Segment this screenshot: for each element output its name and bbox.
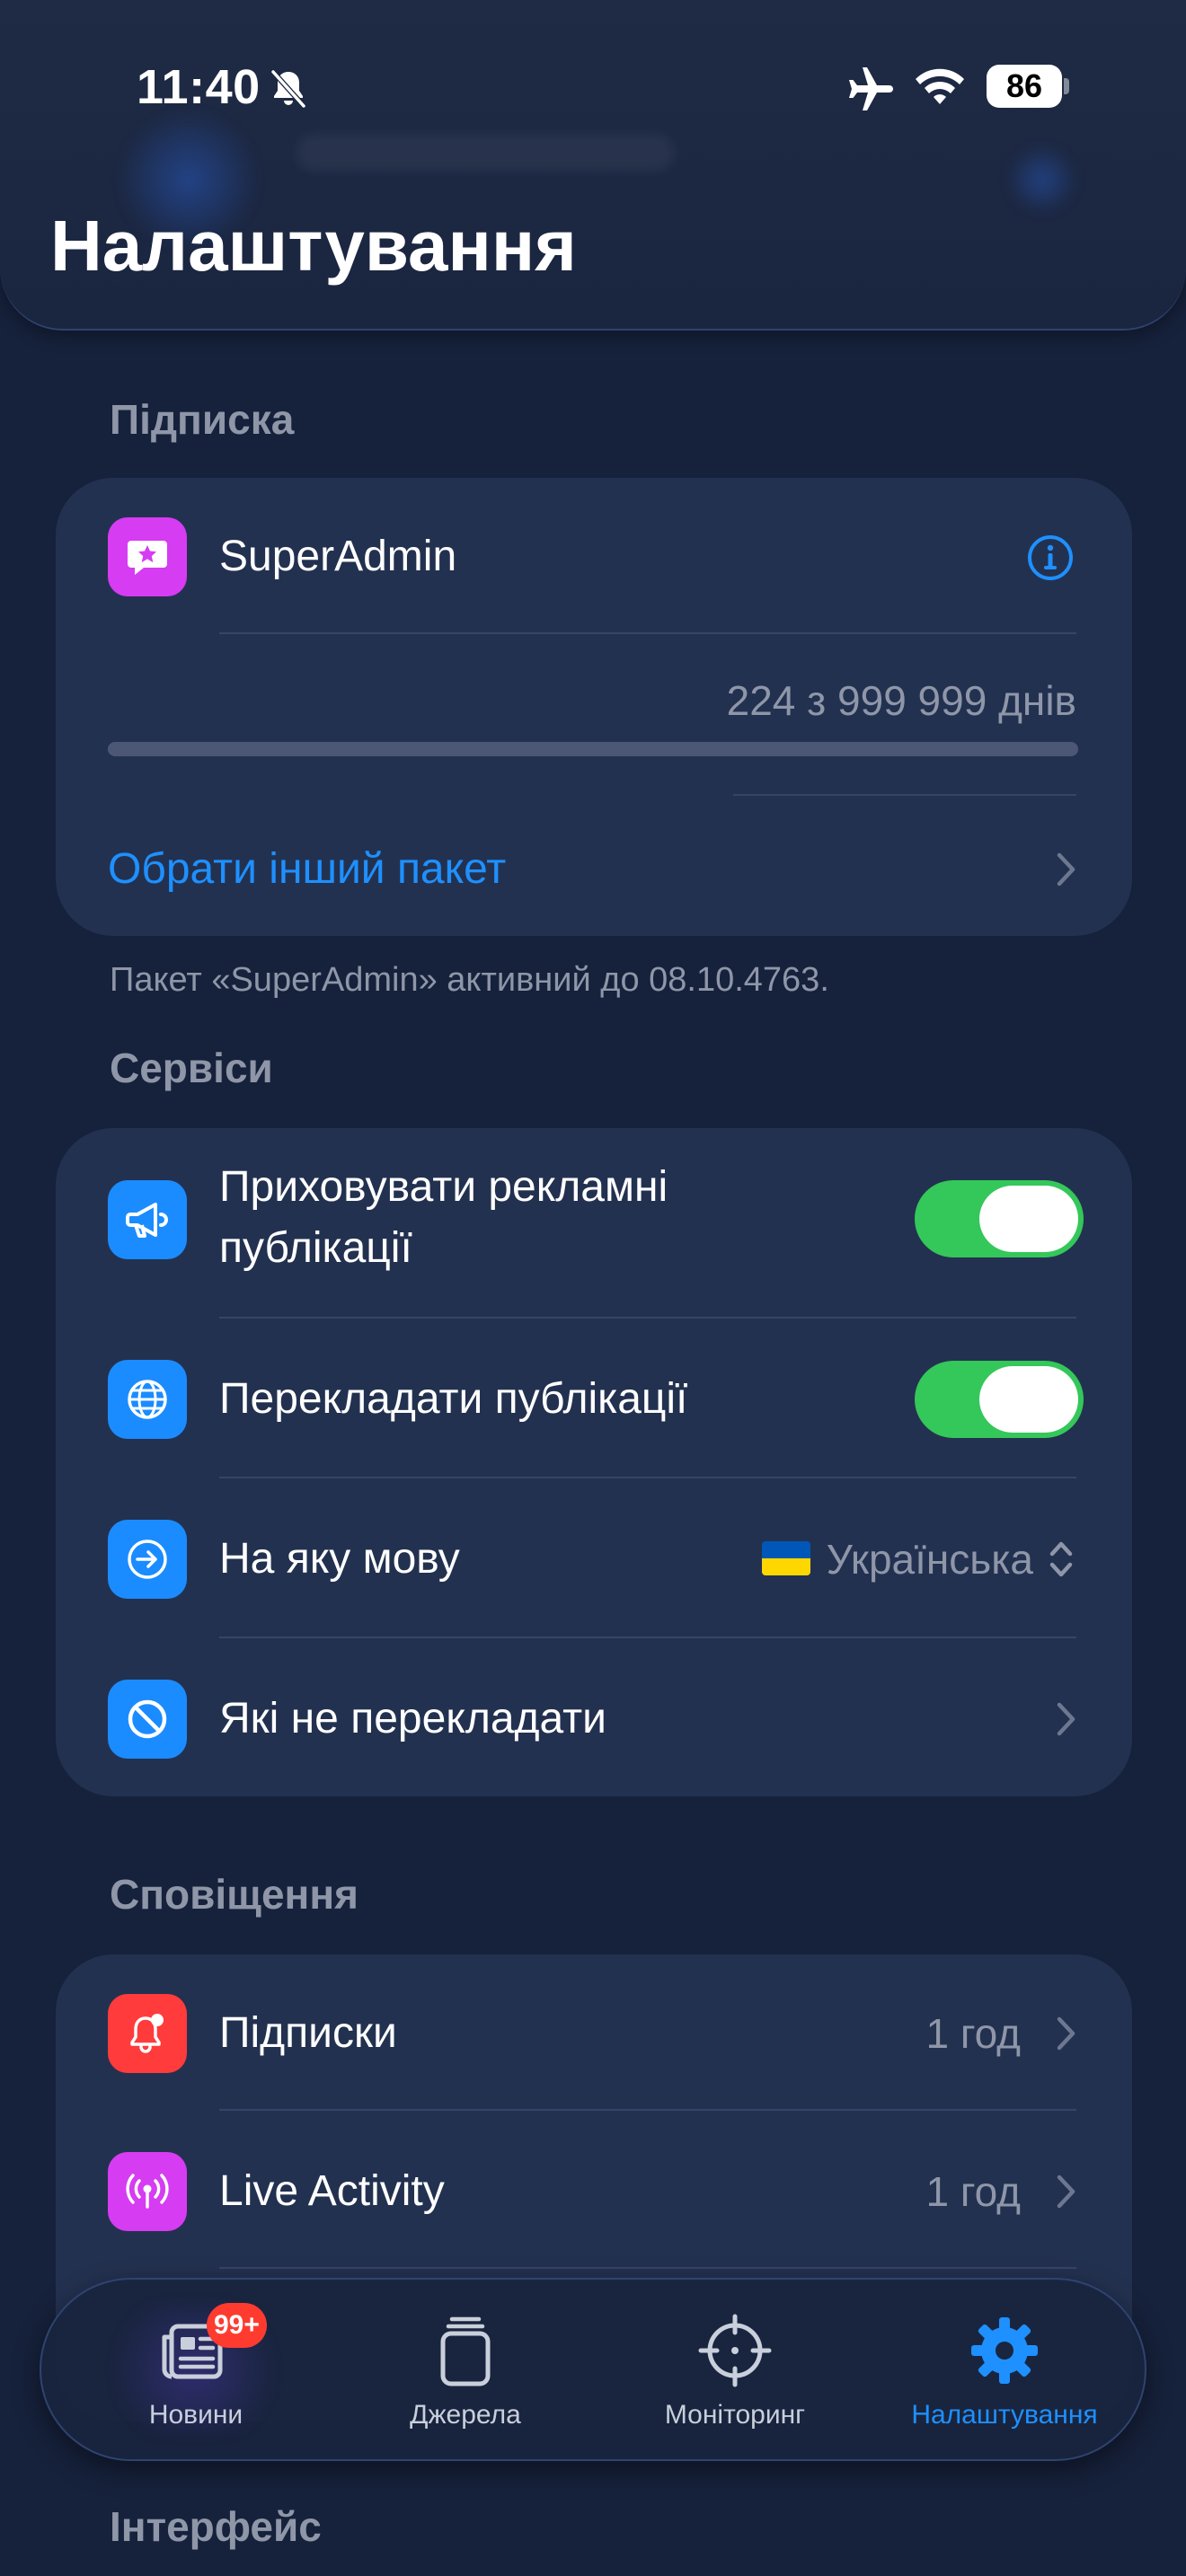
- star-message-icon: [128, 541, 167, 575]
- section-title-services: Сервіси: [110, 1045, 273, 1091]
- separator: [219, 1477, 1076, 1478]
- translate-toggle[interactable]: [915, 1361, 1084, 1438]
- hide-ads-icon-container: [108, 1180, 187, 1259]
- notification-interval: 1 год: [925, 2010, 1021, 2057]
- tab-label: Новини: [148, 2400, 243, 2430]
- separator: [219, 632, 1076, 634]
- toggle-knob: [979, 1186, 1078, 1252]
- change-plan-link[interactable]: Обрати інший пакет: [108, 841, 506, 898]
- notification-label: Підписки: [219, 2009, 397, 2057]
- language-label: На яку мову: [219, 1535, 460, 1583]
- tab-bar: 99+ Новини Джерела Моніторинг Налаштуван…: [40, 2278, 1146, 2461]
- separator: [219, 1317, 1076, 1319]
- plan-name: SuperAdmin: [219, 533, 457, 580]
- chevron-up-down-icon: [1049, 1541, 1073, 1577]
- days-remaining: 224 з 999 999 днів: [726, 677, 1076, 724]
- stack-icon: [440, 2316, 491, 2386]
- hide-ads-label-line1: Приховувати рекламні: [219, 1163, 668, 1211]
- battery-indicator: 86: [987, 65, 1069, 108]
- separator: [219, 2109, 1076, 2111]
- hide-ads-toggle[interactable]: [915, 1180, 1084, 1257]
- megaphone-icon: [126, 1203, 168, 1238]
- navigation-header: 11:40 86 Налаштування: [0, 0, 1186, 331]
- language-icon-container: [108, 1520, 187, 1599]
- subscription-progress-bar: [108, 742, 1078, 756]
- hide-ads-row[interactable]: Приховувати рекламні публікації: [56, 1163, 1132, 1274]
- status-time: 11:40: [137, 60, 261, 114]
- services-card: Приховувати рекламні публікації Переклад…: [56, 1128, 1132, 1796]
- separator: [219, 2267, 1076, 2269]
- info-icon[interactable]: [1026, 534, 1075, 582]
- wifi-icon: [916, 68, 964, 104]
- section-title-interface: Інтерфейс: [110, 2503, 322, 2550]
- tab-monitoring[interactable]: Моніторинг: [600, 2280, 870, 2459]
- blurred-button-background: [1006, 144, 1078, 216]
- notification-row-live-activity[interactable]: Live Activity 1 год: [56, 2152, 1132, 2231]
- broadcast-icon: [126, 2174, 169, 2209]
- hide-ads-label: Приховувати рекламні публікації: [219, 1157, 668, 1279]
- hide-ads-label-line2: публікації: [219, 1224, 412, 1272]
- chevron-right-icon: [1057, 2016, 1075, 2051]
- section-title-notifications: Сповіщення: [110, 1871, 358, 1918]
- tab-sources[interactable]: Джерела: [331, 2280, 600, 2459]
- notification-row-subscriptions[interactable]: Підписки 1 год: [56, 1994, 1132, 2073]
- translate-label: Перекладати публікації: [219, 1375, 688, 1423]
- tab-label: Моніторинг: [664, 2400, 806, 2430]
- separator: [733, 794, 1076, 796]
- language-row[interactable]: На яку мову Українська: [56, 1514, 1132, 1604]
- tab-settings[interactable]: Налаштування: [870, 2280, 1139, 2459]
- gear-icon: [971, 2317, 1038, 2384]
- notification-label: Live Activity: [219, 2167, 445, 2215]
- notification-interval: 1 год: [925, 2168, 1021, 2215]
- chevron-right-icon: [1057, 1702, 1075, 1736]
- blurred-name-background: [296, 135, 674, 171]
- subscription-footnote: Пакет «SuperAdmin» активний до 08.10.476…: [110, 961, 829, 999]
- crosshair-icon: [698, 2314, 772, 2387]
- prohibited-icon: [128, 1699, 167, 1739]
- exclude-label: Які не перекладати: [219, 1695, 606, 1742]
- battery-nub: [1064, 78, 1069, 94]
- language-value-text: Українська: [826, 1536, 1033, 1583]
- battery-level: 86: [1005, 67, 1043, 104]
- translate-icon-container: [108, 1360, 187, 1439]
- translate-row[interactable]: Перекладати публікації: [56, 1354, 1132, 1444]
- exclude-languages-row[interactable]: Які не перекладати: [56, 1674, 1132, 1764]
- bell-off-icon: [270, 69, 306, 109]
- live-activity-icon-container: [108, 2152, 187, 2231]
- toggle-knob: [979, 1366, 1078, 1433]
- bell-badge-icon: [130, 2014, 164, 2053]
- airplane-mode-icon: [849, 67, 893, 110]
- chevron-right-icon: [1057, 2175, 1075, 2209]
- ukraine-flag-icon: [761, 1541, 810, 1575]
- tab-label: Налаштування: [911, 2400, 1098, 2430]
- tab-news[interactable]: 99+ Новини: [61, 2280, 331, 2459]
- change-plan-row[interactable]: Обрати інший пакет: [56, 834, 1132, 905]
- section-title-subscription: Підписка: [110, 396, 295, 443]
- subscriptions-icon-container: [108, 1994, 187, 2073]
- plan-row: SuperAdmin: [56, 517, 1132, 596]
- language-value[interactable]: Українська: [761, 1531, 1033, 1588]
- plan-icon: [108, 517, 187, 596]
- news-badge: 99+: [207, 2303, 267, 2348]
- separator: [219, 1636, 1076, 1638]
- subscription-card: SuperAdmin 224 з 999 999 днів Обрати інш…: [56, 478, 1132, 936]
- exclude-icon-container: [108, 1680, 187, 1759]
- arrow-right-circle-icon: [128, 1539, 167, 1579]
- tab-label: Джерела: [410, 2400, 521, 2430]
- page-title: Налаштування: [50, 206, 577, 286]
- globe-icon: [128, 1380, 167, 1419]
- chevron-right-icon: [1057, 852, 1075, 887]
